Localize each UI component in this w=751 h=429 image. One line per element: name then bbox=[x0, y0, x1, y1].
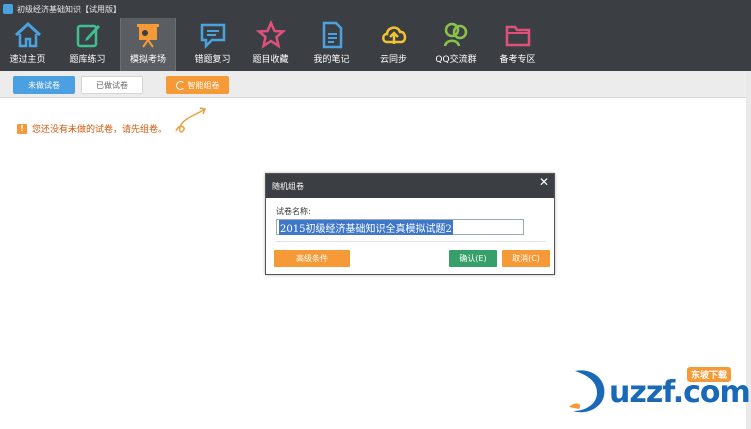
window-title: 初级经济基础知识【试用版】 bbox=[17, 4, 121, 14]
presentation-icon bbox=[137, 24, 159, 48]
advanced-conditions-button[interactable]: 高级条件 bbox=[274, 250, 350, 267]
edit-icon bbox=[76, 24, 100, 48]
empty-notice: ! 您还没有未做的试卷，请先组卷。 bbox=[17, 122, 167, 135]
toolbar-item-notes[interactable]: 我的笔记 bbox=[304, 18, 359, 71]
warning-icon: ! bbox=[17, 123, 27, 134]
toolbar-item-cloud-sync[interactable]: 云同步 bbox=[366, 18, 421, 71]
toolbar-item-wrong-review[interactable]: 错题复习 bbox=[185, 18, 240, 71]
star-icon bbox=[255, 20, 286, 49]
watermark-tag: 东坡下载 bbox=[687, 367, 732, 382]
tab-undone-papers[interactable]: 未做试卷 bbox=[13, 76, 75, 94]
toolbar-item-home[interactable]: 速过主页 bbox=[0, 18, 55, 71]
dialog-divider bbox=[276, 241, 546, 242]
toolbar-label-exam-zone: 备考专区 bbox=[499, 55, 536, 65]
empty-notice-text: 您还没有未做的试卷，请先组卷。 bbox=[32, 125, 168, 135]
toolbar-label-cloud-sync: 云同步 bbox=[379, 55, 407, 65]
close-icon[interactable]: ✕ bbox=[539, 176, 549, 188]
toolbar-label-practice: 题库练习 bbox=[69, 55, 106, 65]
refresh-icon bbox=[175, 80, 185, 90]
cloud-upload-icon bbox=[381, 26, 406, 44]
dialog-header: 随机组卷 ✕ bbox=[266, 174, 554, 198]
smart-compose-label: 智能组卷 bbox=[187, 80, 220, 90]
watermark: uzzf.com 东坡下载 bbox=[565, 363, 751, 418]
app-icon bbox=[3, 4, 13, 14]
toolbar-item-exam-zone[interactable]: 备考专区 bbox=[490, 18, 545, 71]
watermark-logo-icon bbox=[569, 370, 605, 413]
hand-drawn-arrow-icon bbox=[175, 107, 207, 133]
random-compose-dialog: 随机组卷 ✕ 试卷名称: 2015初级经济基础知识全真模拟试题2 高级条件 确认… bbox=[265, 173, 555, 275]
window-titlebar: 初级经济基础知识【试用版】 bbox=[0, 0, 751, 18]
toolbar-item-qq-group[interactable]: QQ交流群 bbox=[427, 18, 485, 71]
toolbar-item-practice[interactable]: 题库练习 bbox=[60, 18, 115, 71]
paper-name-value: 2015初级经济基础知识全真模拟试题2 bbox=[279, 219, 453, 235]
toolbar-label-wrong-review: 错题复习 bbox=[194, 55, 231, 65]
toolbar-label-qq-group: QQ交流群 bbox=[435, 55, 477, 65]
group-icon bbox=[443, 22, 468, 47]
chat-icon bbox=[200, 23, 225, 50]
toolbar-item-mock-exam[interactable]: 模拟考场 bbox=[120, 18, 176, 71]
toolbar-label-favorites: 题目收藏 bbox=[252, 55, 289, 65]
smart-compose-button[interactable]: 智能组卷 bbox=[166, 76, 229, 94]
toolbar-label-notes: 我的笔记 bbox=[313, 55, 350, 65]
home-icon bbox=[14, 21, 41, 48]
paper-name-label: 试卷名称: bbox=[276, 207, 311, 216]
tab-done-papers[interactable]: 已做试卷 bbox=[81, 76, 143, 94]
toolbar-label-home: 速过主页 bbox=[9, 55, 46, 65]
paper-name-input[interactable]: 2015初级经济基础知识全真模拟试题2 bbox=[276, 219, 524, 235]
note-icon bbox=[322, 21, 342, 49]
confirm-button[interactable]: 确认(E) bbox=[449, 250, 497, 267]
tab-bar: 未做试卷 已做试卷 智能组卷 bbox=[0, 71, 751, 98]
cancel-button[interactable]: 取消(C) bbox=[502, 250, 550, 267]
toolbar-item-favorites[interactable]: 题目收藏 bbox=[243, 18, 298, 71]
folder-icon bbox=[505, 25, 530, 47]
dialog-title: 随机组卷 bbox=[272, 181, 304, 191]
toolbar-label-mock-exam: 模拟考场 bbox=[129, 55, 166, 65]
main-toolbar: 速过主页 题库练习 模拟考场 错题复习 题目收藏 我的笔记 云同步 QQ交流群 … bbox=[0, 18, 751, 71]
